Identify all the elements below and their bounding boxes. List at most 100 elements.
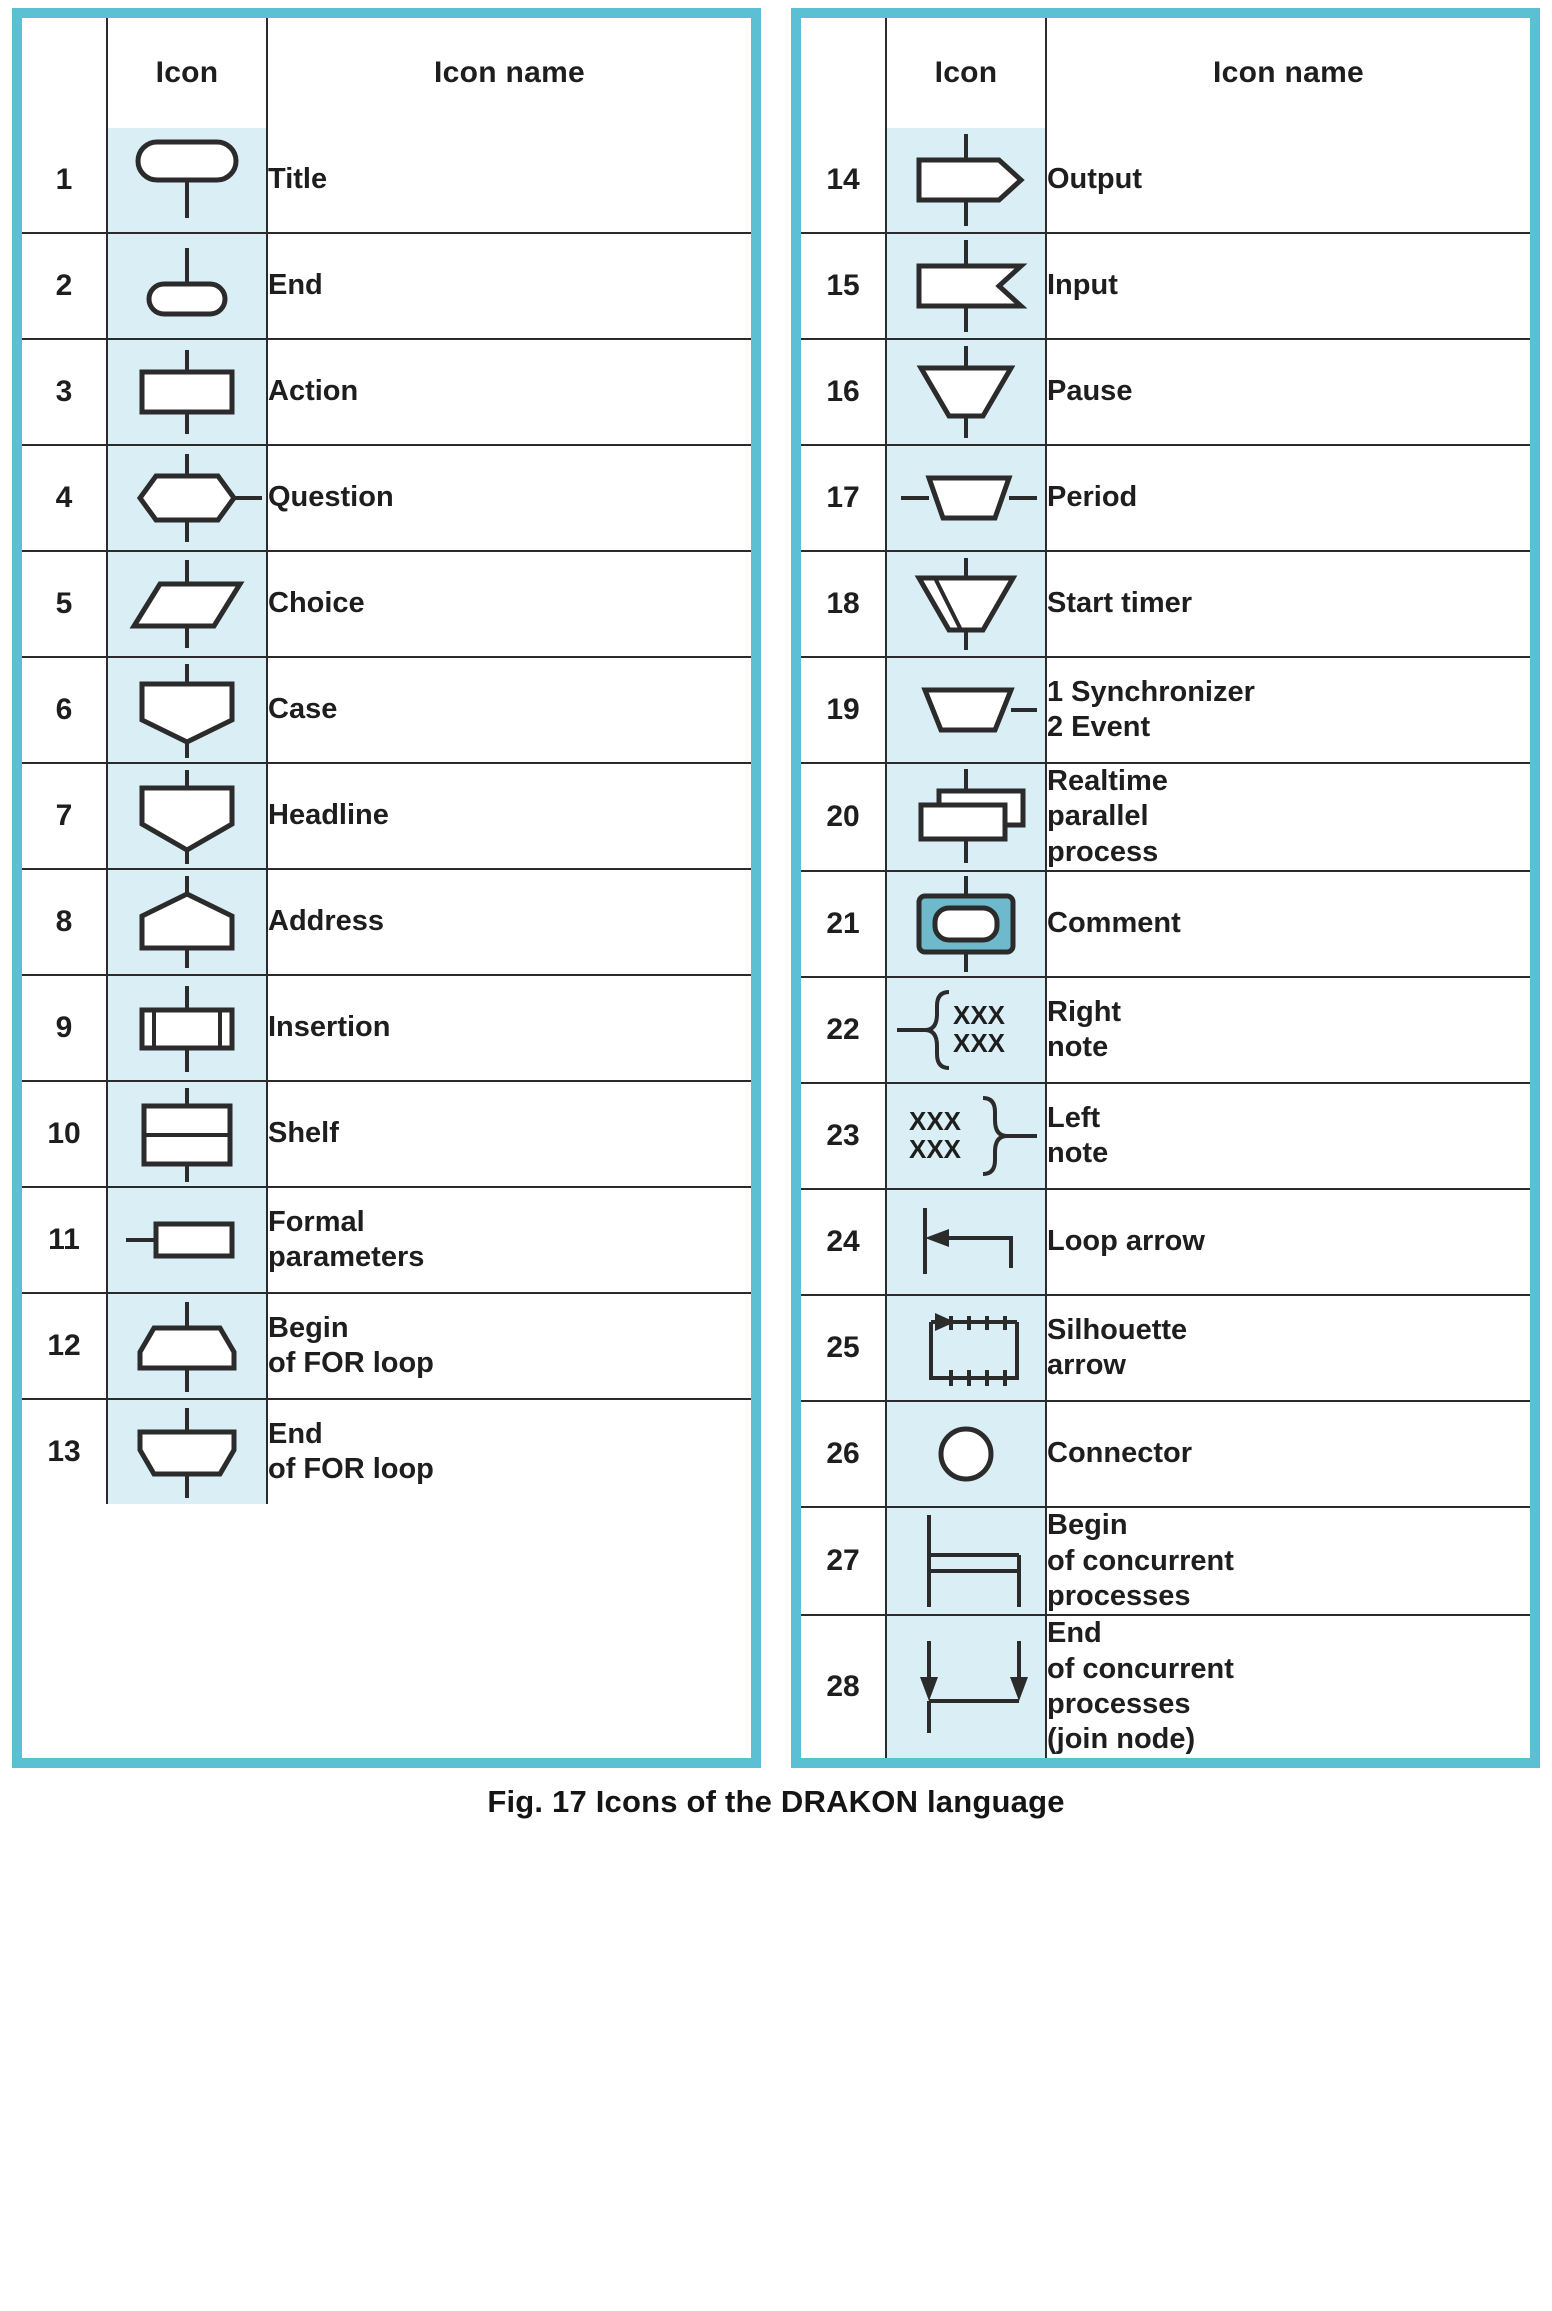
icon-name-line: Right [1047,995,1122,1028]
header-icon-name: Icon name [266,18,751,128]
table-row: 14 Output [801,128,1530,234]
icon-name-label: Question [266,444,751,552]
icon-name-line: Pause [1047,375,1133,408]
table-row: 23 XXX XXX Left note [801,1082,1530,1191]
table-row: 24 Loop arrow [801,1188,1530,1297]
end-icon [106,232,268,340]
icon-name-line: Comment [1047,907,1181,940]
icon-name-line: of FOR loop [268,1347,434,1379]
table-row: 5 Choice [22,550,751,658]
silhouette-arrow-icon [885,1294,1047,1403]
table-header-row: Icon Icon name [22,18,751,128]
row-number: 1 [22,128,108,234]
icon-name-line: Loop arrow [1047,1225,1205,1258]
table-row: 2 End [22,232,751,340]
icon-name-label: Output [1045,128,1530,234]
icon-name-line: note [1047,1031,1109,1064]
icon-name-line: parameters [268,1241,425,1273]
icon-name-line: processes [1047,1579,1191,1612]
title-icon [106,128,268,234]
icon-name-label: Title [266,128,751,234]
tables-container: Icon Icon name 1 Title 2 End 3 Action 4 Questio… [0,0,1552,1768]
svg-text:XXX: XXX [909,1106,962,1136]
table-row: 25 Silhouette arrow [801,1294,1530,1403]
header-number [801,18,887,128]
icon-name-label: Choice [266,550,751,658]
icon-name-line: End [1047,1617,1102,1650]
row-number: 23 [801,1082,887,1191]
icon-name-label: End of FOR loop [266,1398,751,1504]
table-row: 10 Shelf [22,1080,751,1188]
icon-name-line: note [1047,1137,1109,1170]
icon-name-label: Case [266,656,751,764]
row-number: 25 [801,1294,887,1403]
icon-name-label: Pause [1045,338,1530,446]
icon-name-label: Action [266,338,751,446]
row-number: 11 [22,1186,108,1294]
icon-name-line: of FOR loop [268,1453,434,1485]
svg-text:XXX: XXX [909,1134,962,1164]
row-number: 16 [801,338,887,446]
icon-name-line: End [268,1417,323,1450]
end-concurrent-icon [885,1614,1047,1758]
icon-name-line: of concurrent [1047,1544,1234,1577]
icon-name-line: Realtime [1047,765,1168,797]
icon-name-line: Shelf [268,1117,339,1150]
icon-name-label: Realtime parallel process [1045,761,1530,873]
figure-caption: Fig. 17 Icons of the DRAKON language [487,1783,1065,1819]
row-number: 21 [801,870,887,979]
table-row: 21 Comment [801,870,1530,979]
icon-name-line: End [268,269,323,302]
row-number: 4 [22,444,108,552]
row-number: 17 [801,444,887,552]
table-row: 19 1 Synchronizer 2 Event [801,656,1530,764]
icon-name-line: Left [1047,1101,1101,1134]
begin-for-loop-icon [106,1292,268,1400]
table-row: 20 Realtime parallel process [801,761,1530,873]
row-number: 19 [801,656,887,764]
icon-name-line: Case [268,693,338,726]
action-icon [106,338,268,446]
table-row: 12 Begin of FOR loop [22,1292,751,1400]
row-number: 7 [22,762,108,870]
icon-name-label: Begin of FOR loop [266,1292,751,1400]
left-note-icon: XXX XXX [885,1082,1047,1191]
table-row: 11 Formal parameters [22,1186,751,1294]
shelf-icon [106,1080,268,1188]
icon-name-line: Choice [268,587,365,620]
table-row: 13 End of FOR loop [22,1398,751,1504]
input-icon [885,232,1047,340]
pause-icon [885,338,1047,446]
icon-name-line: Input [1047,269,1118,302]
icon-name-label: 1 Synchronizer 2 Event [1045,656,1530,764]
icon-name-label: Start timer [1045,550,1530,658]
icon-name-line: Question [268,481,394,514]
row-number: 12 [22,1292,108,1400]
comment-icon [885,870,1047,979]
case-icon [106,656,268,764]
row-number: 8 [22,868,108,976]
icon-name-label: Left note [1045,1082,1530,1191]
row-number: 26 [801,1400,887,1509]
icon-name-label: Headline [266,762,751,870]
question-icon [106,444,268,552]
icon-name-line: Headline [268,799,389,832]
synchronizer-event-icon [885,656,1047,764]
icon-name-label: Address [266,868,751,976]
icon-name-label: Connector [1045,1400,1530,1509]
icon-name-line: Silhouette [1047,1313,1188,1346]
figure-page: Icon Icon name 1 Title 2 End 3 Action 4 Questio… [0,0,1552,2311]
row-number: 18 [801,550,887,658]
formal-parameters-icon [106,1186,268,1294]
row-number: 10 [22,1080,108,1188]
table-row: 16 Pause [801,338,1530,446]
icon-name-line: Formal [268,1205,365,1238]
table-row: 8 Address [22,868,751,976]
row-number: 22 [801,976,887,1085]
table-row: 22 XXX XXX Right note [801,976,1530,1085]
icon-name-label: End [266,232,751,340]
icon-name-line: processes [1047,1688,1191,1720]
icon-name-label: Insertion [266,974,751,1082]
row-number: 24 [801,1188,887,1297]
icon-name-line: (join node) [1047,1723,1196,1756]
